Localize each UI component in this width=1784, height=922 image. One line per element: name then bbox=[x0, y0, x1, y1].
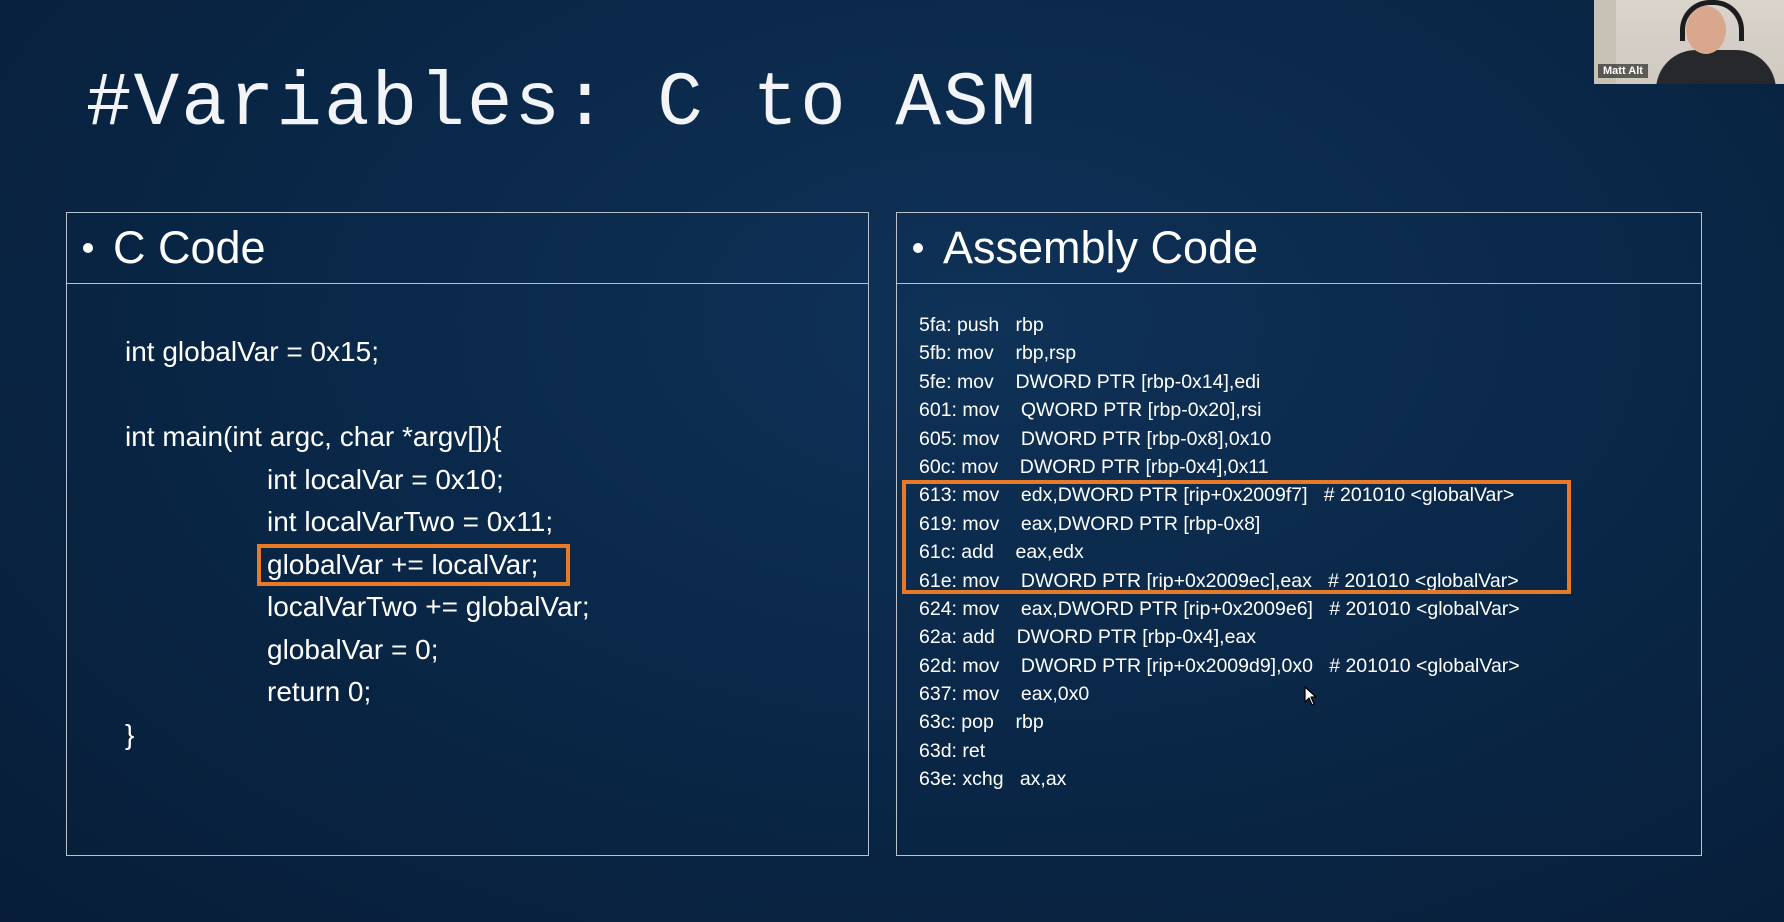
c-code-line: } bbox=[125, 718, 135, 750]
c-code-line-highlighted: globalVar += localVar; bbox=[125, 543, 848, 587]
headphones-icon bbox=[1680, 0, 1744, 41]
c-code-block: int globalVar = 0x15; int main(int argc,… bbox=[125, 331, 848, 756]
c-code-line: int globalVar = 0x15; bbox=[125, 336, 379, 367]
asm-line: 605: mov DWORD PTR [rbp-0x8],0x10 bbox=[919, 427, 1272, 450]
asm-line: 63c: pop rbp bbox=[919, 711, 1044, 734]
bullet-icon bbox=[913, 243, 923, 253]
asm-line: 60c: mov DWORD PTR [rbp-0x4],0x11 bbox=[919, 455, 1269, 478]
asm-code-header: Assembly Code bbox=[897, 213, 1701, 284]
c-code-line: int main(int argc, char *argv[]){ bbox=[125, 421, 502, 452]
c-code-line: localVarTwo += globalVar; bbox=[267, 591, 590, 622]
asm-line: 601: mov QWORD PTR [rbp-0x20],rsi bbox=[919, 399, 1262, 422]
mouse-cursor-icon bbox=[1304, 686, 1317, 706]
asm-line: 624: mov eax,DWORD PTR [rip+0x2009e6] # … bbox=[919, 597, 1520, 620]
presenter-name-tag: Matt Alt bbox=[1598, 64, 1648, 78]
c-code-line bbox=[125, 374, 848, 417]
webcam-video[interactable]: Matt Alt bbox=[1594, 0, 1784, 84]
c-code-highlight-box: globalVar += localVar; bbox=[257, 543, 571, 586]
asm-line: 63d: ret bbox=[919, 739, 986, 762]
c-code-line: return 0; bbox=[267, 676, 372, 707]
asm-line: 5fb: mov rbp,rsp bbox=[919, 342, 1077, 365]
c-code-line: int localVarTwo = 0x11; bbox=[267, 506, 554, 537]
asm-line: 63e: xchg ax,ax bbox=[919, 768, 1067, 791]
c-code-line: int localVar = 0x10; bbox=[267, 463, 504, 495]
asm-highlight-box bbox=[902, 480, 1571, 594]
asm-line: 5fe: mov DWORD PTR [rbp-0x14],edi bbox=[919, 370, 1261, 393]
presenter-body bbox=[1656, 50, 1776, 84]
c-code-panel: C Code int globalVar = 0x15; int main(in… bbox=[66, 212, 869, 856]
c-code-header: C Code bbox=[67, 213, 868, 284]
asm-code-header-label: Assembly Code bbox=[943, 222, 1259, 273]
asm-line: 62d: mov DWORD PTR [rip+0x2009d9],0x0 # … bbox=[919, 654, 1520, 677]
c-code-header-label: C Code bbox=[113, 222, 266, 273]
slide-title: #Variables: C to ASM bbox=[86, 61, 1039, 147]
asm-line: 62a: add DWORD PTR [rbp-0x4],eax bbox=[919, 626, 1257, 649]
bullet-icon bbox=[83, 243, 93, 253]
c-code-line: globalVar = 0; bbox=[267, 633, 439, 665]
asm-line: 5fa: push rbp bbox=[919, 314, 1044, 336]
